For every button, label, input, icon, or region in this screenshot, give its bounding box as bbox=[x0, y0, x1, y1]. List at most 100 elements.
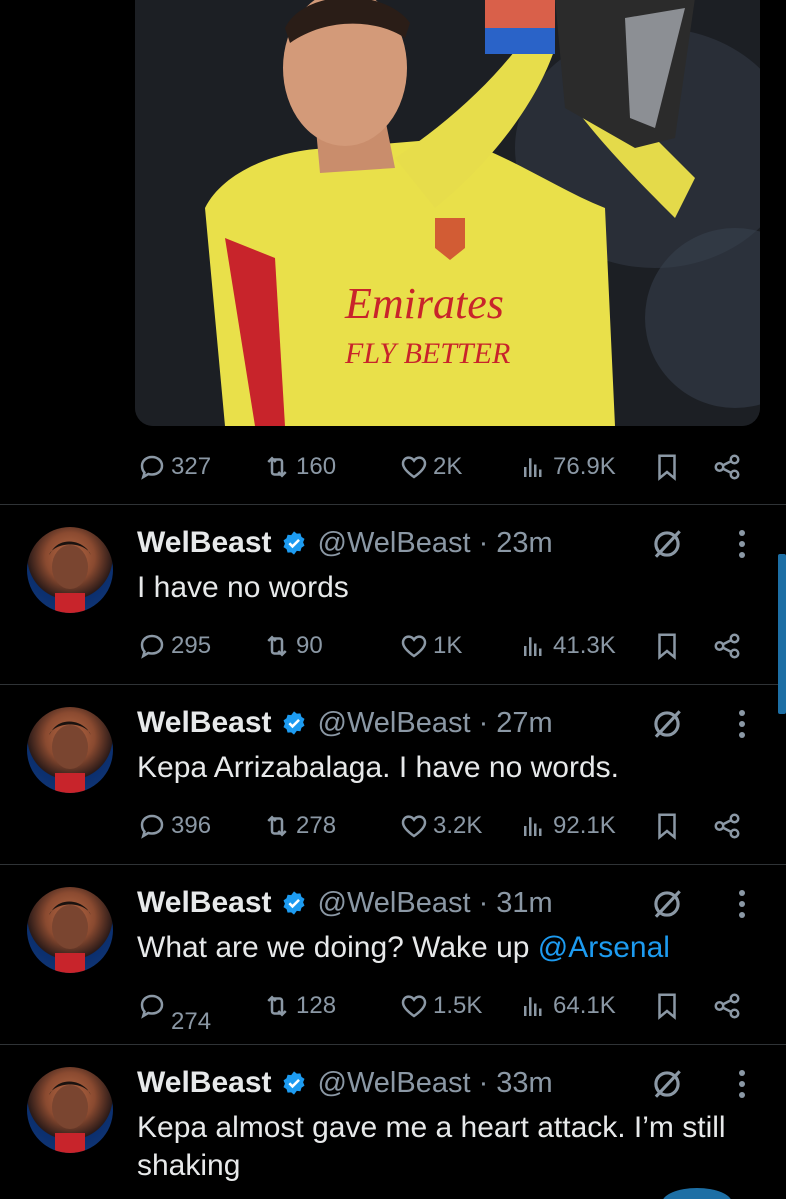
reply-icon bbox=[140, 634, 164, 659]
handle-and-time[interactable]: @WelBeast · 33m bbox=[318, 1067, 553, 1100]
repost-button[interactable]: 160 bbox=[262, 452, 336, 482]
tweet-header: WelBeast @WelBeast · 31m bbox=[137, 883, 553, 923]
repost-button[interactable]: 128 bbox=[262, 991, 336, 1021]
tweet[interactable]: WelBeast @WelBeast · 23m I have no words… bbox=[0, 505, 786, 685]
repost-icon bbox=[267, 456, 287, 478]
repost-icon bbox=[267, 995, 287, 1017]
views-icon bbox=[524, 817, 542, 836]
tweet-actions: 327 160 2K 76.9K bbox=[137, 450, 747, 484]
tweet[interactable]: WelBeast @WelBeast · 27m Kepa Arrizabala… bbox=[0, 685, 786, 865]
like-icon bbox=[401, 995, 427, 1018]
reply-icon bbox=[140, 814, 164, 839]
tweet-text: Kepa almost gave me a heart attack. I’m … bbox=[137, 1109, 747, 1185]
repost-count: 90 bbox=[296, 632, 323, 659]
handle-and-time[interactable]: @WelBeast · 31m bbox=[318, 887, 553, 920]
views-button[interactable]: 41.3K bbox=[519, 631, 616, 661]
like-button[interactable]: 1K bbox=[399, 631, 462, 661]
verified-badge-icon bbox=[283, 711, 305, 735]
tweet[interactable]: WelBeast @WelBeast · 33m Kepa almost gav… bbox=[0, 1045, 786, 1199]
views-button[interactable]: 76.9K bbox=[519, 452, 616, 482]
tweet-header: WelBeast @WelBeast · 23m bbox=[137, 523, 553, 563]
tweet-text-body: What are we doing? Wake up bbox=[137, 931, 538, 964]
views-icon bbox=[524, 458, 542, 477]
handle-and-time[interactable]: @WelBeast · 27m bbox=[318, 707, 553, 740]
grok-icon[interactable] bbox=[648, 1065, 686, 1103]
tweet-header: WelBeast @WelBeast · 33m bbox=[137, 1063, 553, 1103]
tweet-text: What are we doing? Wake up @Arsenal bbox=[137, 929, 767, 967]
reply-count: 396 bbox=[171, 812, 212, 839]
reply-button[interactable]: 274 bbox=[137, 991, 211, 1035]
tweet-text-body: Kepa almost gave me a heart attack. I’m … bbox=[137, 1111, 726, 1182]
reply-count: 274 bbox=[171, 1008, 212, 1035]
tweet-actions: 295 90 1K 41.3K bbox=[137, 629, 747, 663]
grok-icon[interactable] bbox=[648, 885, 686, 923]
more-icon[interactable] bbox=[738, 1069, 746, 1099]
reply-count: 327 bbox=[171, 453, 212, 480]
tweet-actions: 274 128 1.5K 64.1K bbox=[137, 989, 747, 1035]
share-button[interactable] bbox=[712, 452, 742, 482]
bookmark-icon bbox=[658, 454, 676, 481]
tweet-media-photo[interactable]: Emirates FLY BETTER bbox=[135, 0, 760, 426]
mention-link[interactable]: @Arsenal bbox=[538, 931, 670, 964]
reply-button[interactable]: 396 bbox=[137, 811, 211, 841]
bookmark-button[interactable] bbox=[652, 631, 682, 661]
verified-badge-icon bbox=[283, 531, 305, 555]
handle-and-time[interactable]: @WelBeast · 23m bbox=[318, 527, 553, 560]
avatar[interactable] bbox=[27, 707, 113, 793]
reply-icon bbox=[140, 994, 164, 1019]
bookmark-button[interactable] bbox=[652, 811, 682, 841]
reply-button[interactable]: 295 bbox=[137, 631, 211, 661]
views-count: 76.9K bbox=[553, 453, 616, 480]
display-name[interactable]: WelBeast bbox=[137, 886, 272, 920]
views-count: 64.1K bbox=[553, 992, 616, 1019]
share-button[interactable] bbox=[712, 811, 742, 841]
verified-badge-icon bbox=[283, 1071, 305, 1095]
avatar[interactable] bbox=[27, 887, 113, 973]
views-button[interactable]: 92.1K bbox=[519, 811, 616, 841]
display-name[interactable]: WelBeast bbox=[137, 706, 272, 740]
like-icon bbox=[401, 456, 427, 479]
repost-button[interactable]: 90 bbox=[262, 631, 323, 661]
like-count: 3.2K bbox=[433, 812, 483, 839]
repost-count: 160 bbox=[296, 453, 337, 480]
bookmark-icon bbox=[658, 813, 676, 840]
verified-badge-icon bbox=[283, 891, 305, 915]
views-icon bbox=[524, 997, 542, 1016]
share-icon bbox=[714, 993, 740, 1019]
more-icon[interactable] bbox=[738, 889, 746, 919]
repost-icon bbox=[267, 635, 287, 657]
avatar[interactable] bbox=[27, 1067, 113, 1153]
like-icon bbox=[401, 635, 427, 658]
like-button[interactable]: 1.5K bbox=[399, 991, 482, 1021]
display-name[interactable]: WelBeast bbox=[137, 526, 272, 560]
like-count: 1K bbox=[433, 632, 463, 659]
views-button[interactable]: 64.1K bbox=[519, 991, 616, 1021]
bookmark-button[interactable] bbox=[652, 991, 682, 1021]
more-icon[interactable] bbox=[738, 709, 746, 739]
grok-icon[interactable] bbox=[648, 525, 686, 563]
grok-icon[interactable] bbox=[648, 705, 686, 743]
display-name[interactable]: WelBeast bbox=[137, 1066, 272, 1100]
share-button[interactable] bbox=[712, 631, 742, 661]
tweet-text-body: Kepa Arrizabalaga. I have no words. bbox=[137, 751, 619, 784]
avatar[interactable] bbox=[27, 527, 113, 613]
repost-icon bbox=[267, 815, 287, 837]
like-button[interactable]: 3.2K bbox=[399, 811, 482, 841]
tweet-text: Kepa Arrizabalaga. I have no words. bbox=[137, 749, 767, 787]
tweet[interactable]: WelBeast @WelBeast · 31m What are we doi… bbox=[0, 865, 786, 1045]
more-icon[interactable] bbox=[738, 529, 746, 559]
like-button[interactable]: 2K bbox=[399, 452, 462, 482]
tweet-header: WelBeast @WelBeast · 27m bbox=[137, 703, 553, 743]
reply-button[interactable]: 327 bbox=[137, 452, 211, 482]
scrollbar[interactable] bbox=[778, 554, 786, 714]
svg-text:FLY BETTER: FLY BETTER bbox=[344, 337, 510, 370]
svg-text:Emirates: Emirates bbox=[344, 279, 504, 328]
share-button[interactable] bbox=[712, 991, 742, 1021]
reply-icon bbox=[140, 455, 164, 480]
tweet-text: I have no words bbox=[137, 569, 767, 607]
bookmark-button[interactable] bbox=[652, 452, 682, 482]
like-count: 1.5K bbox=[433, 992, 483, 1019]
share-icon bbox=[714, 454, 740, 480]
repost-button[interactable]: 278 bbox=[262, 811, 336, 841]
bookmark-icon bbox=[658, 993, 676, 1020]
